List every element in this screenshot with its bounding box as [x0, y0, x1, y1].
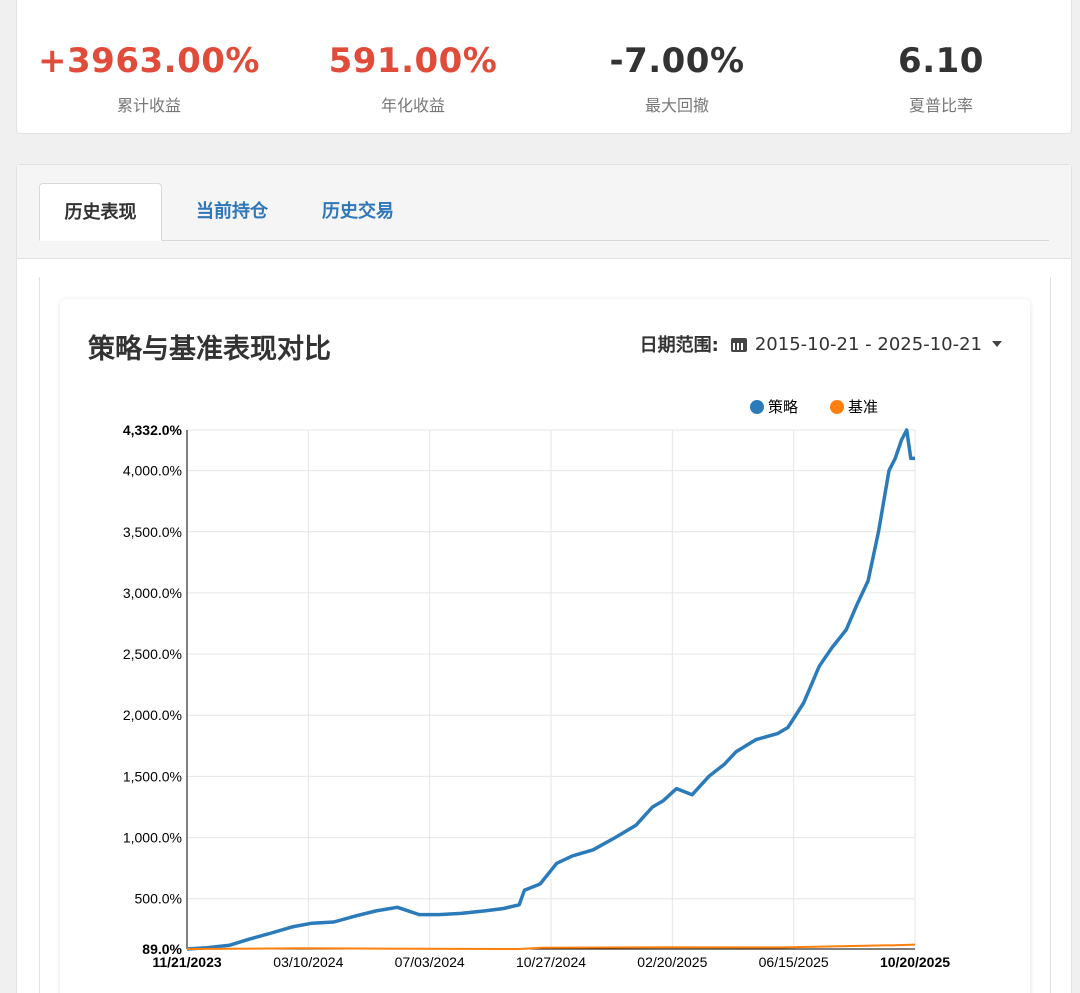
chart-card: 策略与基准表现对比 日期范围: 2015-10-21 - 2025-10-21 …: [60, 299, 1030, 993]
y-tick-label: 3,000.0%: [123, 585, 182, 601]
legend-label: 基准: [848, 398, 878, 416]
x-tick-label: 10/20/2025: [880, 954, 950, 970]
stats-card: +3963.00% 累计收益 591.00% 年化收益 -7.00% 最大回撤 …: [16, 0, 1072, 134]
stat-value: -7.00%: [609, 41, 745, 81]
y-tick-label: 2,000.0%: [123, 707, 182, 723]
legend-marker: [750, 400, 764, 414]
y-tick-label: 4,332.0%: [123, 422, 183, 438]
stat-label: 累计收益: [116, 96, 181, 115]
x-tick-label: 10/27/2024: [516, 954, 586, 970]
y-tick-label: 2,500.0%: [123, 646, 182, 662]
stat-label: 最大回撤: [644, 96, 709, 115]
tab-history-performance[interactable]: 历史表现: [39, 183, 162, 241]
y-tick-label: 3,500.0%: [123, 524, 182, 540]
y-tick-label: 1,000.0%: [123, 830, 182, 846]
y-tick-label: 4,000.0%: [123, 463, 182, 479]
stat-value: 591.00%: [328, 41, 498, 81]
tabs-bar: 历史表现 当前持仓 历史交易: [17, 165, 1071, 259]
stat-label: 年化收益: [380, 96, 445, 115]
tab-current-holdings[interactable]: 当前持仓: [177, 183, 287, 241]
legend-marker: [830, 400, 844, 414]
x-tick-label: 02/20/2025: [637, 954, 707, 970]
tab-content-panel: 策略与基准表现对比 日期范围: 2015-10-21 - 2025-10-21 …: [39, 277, 1051, 993]
performance-card: 历史表现 当前持仓 历史交易 策略与基准表现对比 日期范围: 2015-10-2…: [16, 164, 1072, 993]
legend-label: 策略: [768, 398, 798, 416]
y-tick-label: 500.0%: [135, 891, 182, 907]
performance-line-chart: 89.0%500.0%1,000.0%1,500.0%2,000.0%2,500…: [123, 398, 950, 970]
y-tick-label: 1,500.0%: [123, 768, 182, 784]
stat-value: +3963.00%: [38, 41, 260, 81]
stat-label: 夏普比率: [908, 96, 973, 115]
tab-trade-history[interactable]: 历史交易: [303, 183, 413, 241]
x-tick-label: 07/03/2024: [395, 954, 465, 970]
x-tick-label: 03/10/2024: [273, 954, 343, 970]
x-tick-label: 06/15/2025: [759, 954, 829, 970]
x-tick-label: 11/21/2023: [152, 954, 222, 970]
stat-value: 6.10: [898, 41, 984, 81]
